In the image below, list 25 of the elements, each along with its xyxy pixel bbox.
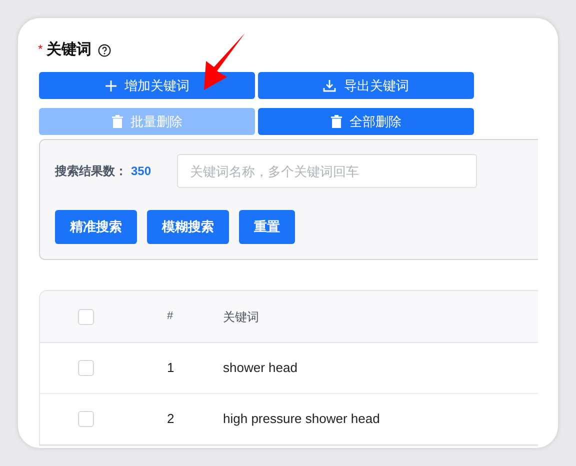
column-header: 关键词	[223, 308, 259, 326]
result-count-label: 搜索结果数：	[55, 163, 127, 180]
help-icon[interactable]	[98, 44, 111, 56]
table-cell-text: 1	[167, 359, 176, 378]
search-button[interactable]: 模糊搜索	[147, 210, 229, 244]
result-count: 350	[131, 163, 152, 180]
required-asterisk: *	[38, 41, 43, 58]
table-cell-text: high pressure shower head	[223, 410, 380, 428]
table-cell-text: 2	[167, 410, 176, 428]
action-button[interactable]: 导出关键词	[258, 72, 474, 99]
checkbox[interactable]	[78, 308, 94, 324]
field-label: 关键词	[46, 40, 92, 60]
action-button[interactable]: 增加关键词	[39, 72, 255, 99]
trash-icon	[330, 115, 342, 128]
search-field[interactable]: 关键词名称，多个关键词回车	[177, 154, 478, 188]
column-header: #	[167, 309, 174, 324]
trash-icon	[112, 115, 122, 128]
download-icon	[323, 79, 336, 92]
search-button[interactable]: 精准搜索	[55, 210, 137, 244]
search-button[interactable]: 重置	[239, 210, 295, 244]
plus-icon	[104, 80, 116, 92]
action-button[interactable]: 全部删除	[258, 108, 474, 135]
checkbox[interactable]	[78, 360, 94, 376]
table-cell-text: shower head	[223, 359, 298, 378]
checkbox[interactable]	[78, 411, 94, 427]
